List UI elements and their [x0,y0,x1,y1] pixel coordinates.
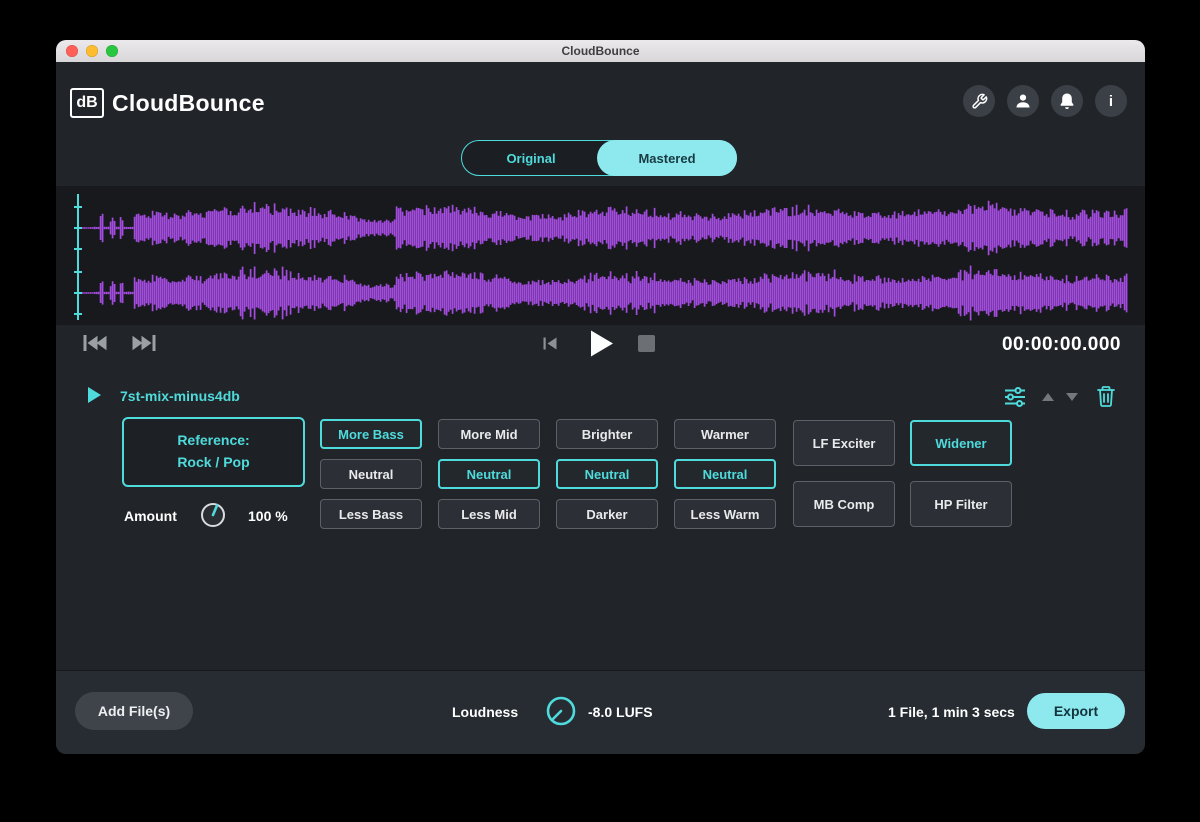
wrench-icon [971,93,987,109]
amount-value: 100 % [248,508,288,524]
delete-track-button[interactable] [1096,385,1116,407]
reference-label: Reference: [177,432,250,449]
app-logo: dB [70,88,104,118]
add-files-button[interactable]: Add File(s) [75,692,193,730]
more-mid-button[interactable]: More Mid [438,419,540,449]
brighter-button[interactable]: Brighter [556,419,658,449]
move-track-up-button[interactable] [1042,393,1054,401]
playhead-tick [74,248,82,250]
toggle-original[interactable]: Original [462,141,600,175]
play-button[interactable] [590,330,614,357]
app-name: CloudBounce [112,90,265,116]
zoom-window-button[interactable] [106,45,118,57]
minimize-window-button[interactable] [86,45,98,57]
warmth-neutral-button[interactable]: Neutral [674,459,776,489]
close-window-button[interactable] [66,45,78,57]
loudness-label: Loudness [452,704,519,720]
bass-neutral-button[interactable]: Neutral [320,459,422,489]
stop-button[interactable] [638,335,655,352]
brightness-neutral-button[interactable]: Neutral [556,459,658,489]
lf-exciter-button[interactable]: LF Exciter [793,420,895,466]
account-icon [1016,94,1030,108]
info-button[interactable]: i [1095,85,1127,117]
amount-knob[interactable] [198,500,228,530]
previous-button[interactable] [543,336,558,351]
timecode-display: 00:00:00.000 [1001,334,1121,355]
widener-button[interactable]: Widener [910,420,1012,466]
less-warm-button[interactable]: Less Warm [674,499,776,529]
loudness-value: -8.0 LUFS [588,704,653,720]
amount-label: Amount [124,508,177,524]
preview-toggle: Original Mastered [461,140,737,176]
logo-text: dB [76,94,98,111]
footer-bar: Add File(s) Loudness -8.0 LUFS 1 File, 1… [56,670,1145,754]
titlebar: CloudBounce [56,40,1145,62]
toggle-mastered[interactable]: Mastered [597,140,737,176]
track-name: 7st-mix-minus4db [120,388,240,404]
darker-button[interactable]: Darker [556,499,658,529]
skip-to-end-button[interactable] [131,333,156,353]
hp-filter-button[interactable]: HP Filter [910,481,1012,527]
skip-to-start-button[interactable] [83,333,108,353]
window-title: CloudBounce [561,44,640,58]
bell-icon [1060,93,1074,109]
mid-neutral-button[interactable]: Neutral [438,459,540,489]
track-settings-sliders-button[interactable] [1004,387,1026,407]
traffic-lights [66,45,118,57]
loudness-knob[interactable] [543,693,579,729]
notifications-button[interactable] [1051,85,1083,117]
mb-comp-button[interactable]: MB Comp [793,481,895,527]
less-mid-button[interactable]: Less Mid [438,499,540,529]
playhead-tick [74,292,82,294]
more-bass-button[interactable]: More Bass [320,419,422,449]
less-bass-button[interactable]: Less Bass [320,499,422,529]
track-play-button[interactable] [88,387,101,403]
reference-genre: Rock / Pop [177,454,250,470]
move-track-down-button[interactable] [1066,393,1078,401]
warmer-button[interactable]: Warmer [674,419,776,449]
stereo-waveform[interactable] [80,186,1128,325]
playhead-tick [74,271,82,273]
playhead-tick [74,227,82,229]
playhead-tick [74,206,82,208]
file-summary: 1 File, 1 min 3 secs [888,704,1015,720]
export-button[interactable]: Export [1027,693,1125,729]
playhead-tick [74,313,82,315]
settings-wrench-button[interactable] [963,85,995,117]
reference-genre-button[interactable]: Reference: Rock / Pop [122,417,305,487]
account-button[interactable] [1007,85,1039,117]
app-window: CloudBounce dB CloudBounce i Original Ma… [56,40,1145,754]
info-icon: i [1108,92,1114,110]
playhead-cursor[interactable] [77,194,79,320]
